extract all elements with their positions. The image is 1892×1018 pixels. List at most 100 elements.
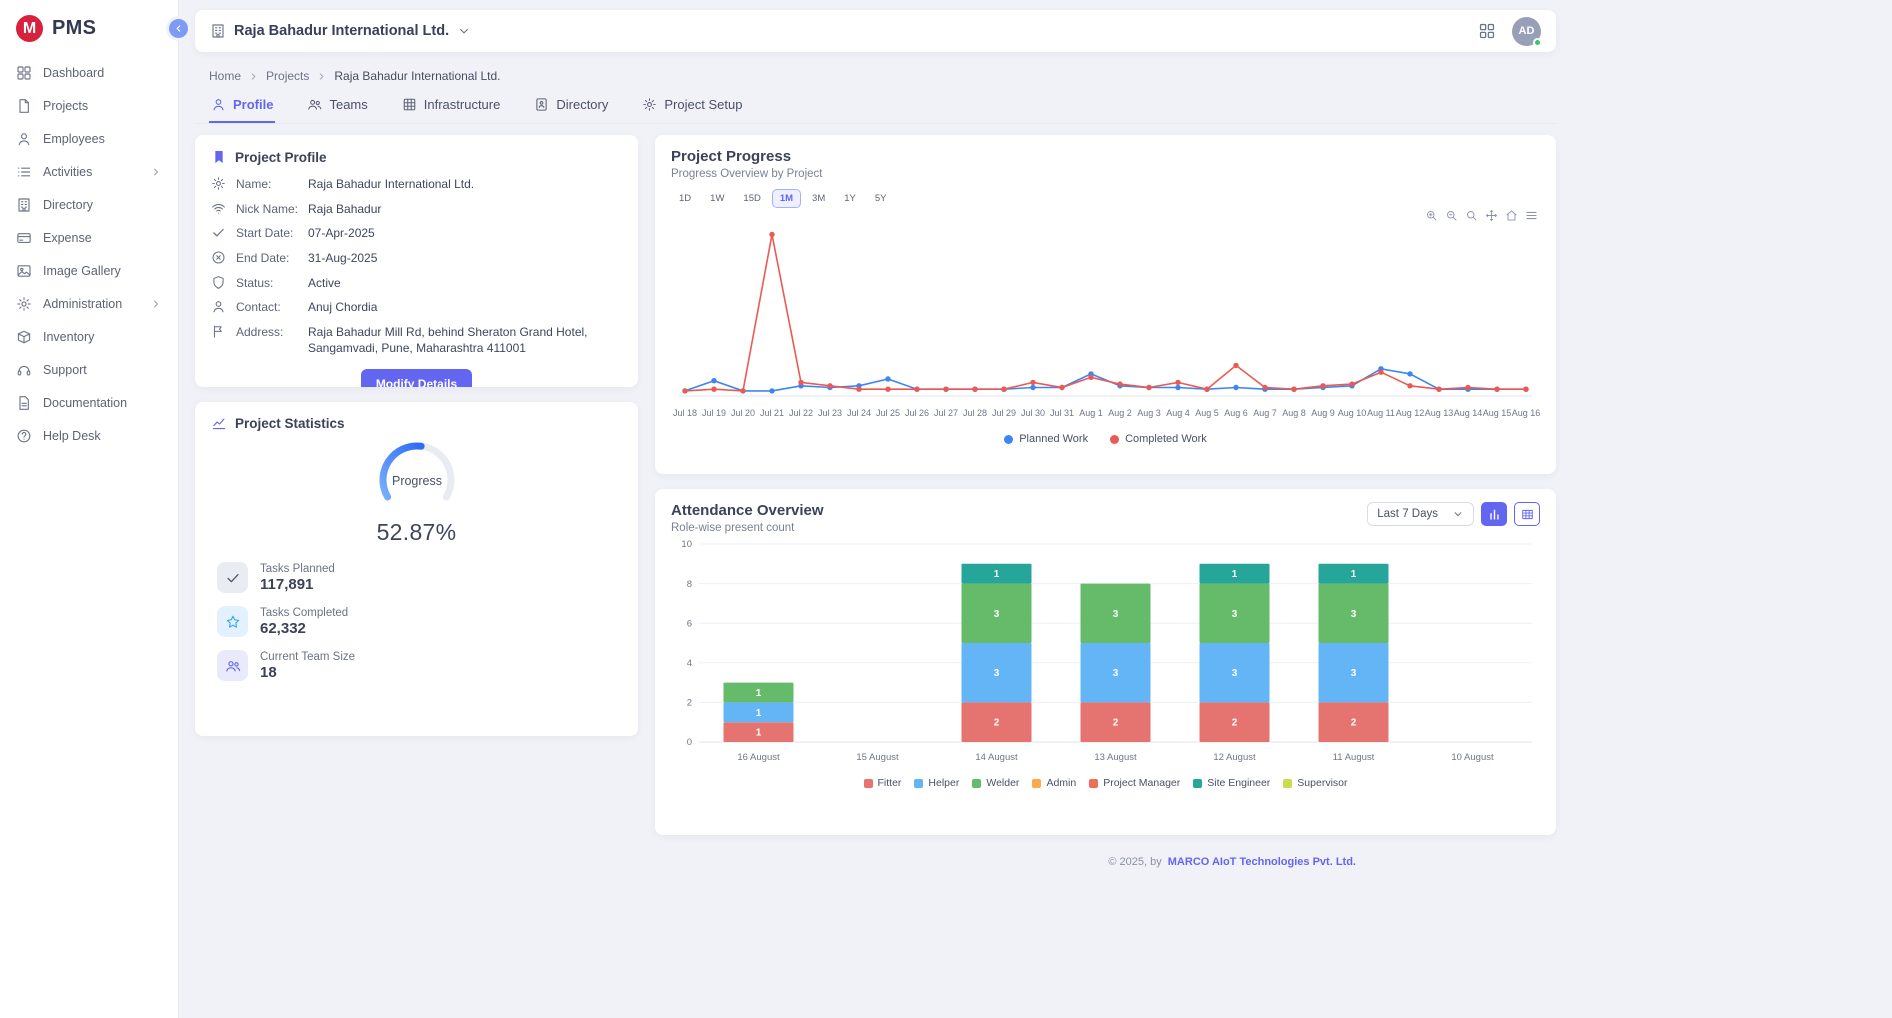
sidebar-item-directory[interactable]: Directory bbox=[0, 188, 178, 221]
apps-grid-icon[interactable] bbox=[1478, 22, 1496, 40]
range-1y-button[interactable]: 1Y bbox=[836, 189, 864, 208]
svg-text:1: 1 bbox=[756, 708, 762, 719]
wifi-icon bbox=[211, 201, 226, 216]
legend-admin[interactable]: Admin bbox=[1032, 777, 1076, 789]
legend-marker bbox=[1283, 779, 1292, 788]
field-label: Address: bbox=[236, 324, 298, 340]
contact-icon bbox=[534, 97, 549, 112]
legend-site-engineer[interactable]: Site Engineer bbox=[1193, 777, 1270, 789]
breadcrumb-item-projects[interactable]: Projects bbox=[266, 69, 309, 83]
flag-icon bbox=[211, 324, 226, 339]
svg-text:Aug 14: Aug 14 bbox=[1454, 408, 1483, 418]
breadcrumb-item-home[interactable]: Home bbox=[209, 69, 241, 83]
legend-completed-work[interactable]: Completed Work bbox=[1110, 433, 1207, 445]
sidebar-item-label: Support bbox=[43, 363, 87, 377]
progress-panel-title: Project Progress bbox=[671, 148, 1540, 165]
chart-toolbar bbox=[1425, 209, 1538, 222]
sidebar-item-dashboard[interactable]: Dashboard bbox=[0, 56, 178, 89]
zoom-out-icon[interactable] bbox=[1445, 209, 1458, 222]
svg-text:Aug 10: Aug 10 bbox=[1338, 408, 1367, 418]
stat-value: 18 bbox=[260, 664, 355, 681]
tab-directory[interactable]: Directory bbox=[532, 91, 610, 123]
breadcrumb-item-raja-bahadur-international-ltd: Raja Bahadur International Ltd. bbox=[334, 69, 500, 83]
sidebar-item-administration[interactable]: Administration bbox=[0, 287, 178, 320]
sidebar-item-label: Help Desk bbox=[43, 429, 101, 443]
app-logo[interactable]: M PMS bbox=[0, 0, 178, 56]
sidebar-item-employees[interactable]: Employees bbox=[0, 122, 178, 155]
svg-text:Jul 30: Jul 30 bbox=[1021, 408, 1045, 418]
headset-icon bbox=[16, 362, 32, 378]
sidebar-item-label: Documentation bbox=[43, 396, 127, 410]
chart-view-button[interactable] bbox=[1481, 502, 1507, 526]
gear-icon bbox=[642, 97, 657, 112]
tab-profile[interactable]: Profile bbox=[209, 91, 275, 123]
building-icon bbox=[210, 23, 226, 39]
pan-icon[interactable] bbox=[1485, 209, 1498, 222]
sidebar-item-image-gallery[interactable]: Image Gallery bbox=[0, 254, 178, 287]
sidebar-item-activities[interactable]: Activities bbox=[0, 155, 178, 188]
svg-text:Jul 22: Jul 22 bbox=[789, 408, 813, 418]
range-1d-button[interactable]: 1D bbox=[671, 189, 699, 208]
x-circle-icon bbox=[211, 250, 226, 265]
user-avatar[interactable]: AD bbox=[1512, 17, 1541, 46]
modify-details-button[interactable]: Modify Details bbox=[361, 369, 472, 388]
svg-text:3: 3 bbox=[994, 609, 1000, 620]
field-value: 31-Aug-2025 bbox=[308, 250, 377, 266]
zoom-in-icon[interactable] bbox=[1425, 209, 1438, 222]
home-icon[interactable] bbox=[1505, 209, 1518, 222]
svg-text:Jul 21: Jul 21 bbox=[760, 408, 784, 418]
svg-text:1: 1 bbox=[1351, 569, 1357, 580]
stat-current-team-size: Current Team Size18 bbox=[211, 650, 622, 681]
footer-company-link[interactable]: MARCO AIoT Technologies Pvt. Ltd. bbox=[1168, 856, 1356, 868]
date-range-select[interactable]: Last 7 Days bbox=[1367, 502, 1474, 526]
table-view-button[interactable] bbox=[1514, 502, 1540, 526]
legend-planned-work[interactable]: Planned Work bbox=[1004, 433, 1088, 445]
sidebar-item-projects[interactable]: Projects bbox=[0, 89, 178, 122]
field-label: End Date: bbox=[236, 250, 298, 266]
legend-welder[interactable]: Welder bbox=[972, 777, 1019, 789]
range-3m-button[interactable]: 3M bbox=[804, 189, 833, 208]
chevron-down-icon bbox=[457, 24, 471, 38]
field-label: Name: bbox=[236, 176, 298, 192]
menu-icon[interactable] bbox=[1525, 209, 1538, 222]
svg-text:16 August: 16 August bbox=[737, 752, 780, 763]
sidebar: M PMS DashboardProjects Employees Activiti… bbox=[0, 0, 178, 1018]
magnifier-icon[interactable] bbox=[1465, 209, 1478, 222]
svg-text:10 August: 10 August bbox=[1451, 752, 1494, 763]
profile-card-title: Project Profile bbox=[235, 150, 327, 165]
svg-text:Aug 1: Aug 1 bbox=[1079, 408, 1103, 418]
stat-label: Current Team Size bbox=[260, 651, 355, 663]
sidebar-item-documentation[interactable]: Documentation bbox=[0, 386, 178, 419]
range-1m-button[interactable]: 1M bbox=[772, 189, 801, 208]
svg-text:Jul 24: Jul 24 bbox=[847, 408, 871, 418]
tab-project-setup[interactable]: Project Setup bbox=[640, 91, 744, 123]
legend-label: Planned Work bbox=[1019, 433, 1088, 445]
sidebar-item-inventory[interactable]: Inventory bbox=[0, 320, 178, 353]
profile-field-status: Status:Active bbox=[211, 275, 622, 291]
sidebar-item-expense[interactable]: Expense bbox=[0, 221, 178, 254]
legend-helper[interactable]: Helper bbox=[914, 777, 959, 789]
sidebar-collapse-button[interactable] bbox=[169, 19, 188, 38]
dashboard-icon bbox=[16, 65, 32, 81]
sidebar-item-label: Employees bbox=[43, 132, 105, 146]
gear-icon bbox=[16, 296, 32, 312]
sidebar-item-support[interactable]: Support bbox=[0, 353, 178, 386]
profile-field-address: Address:Raja Bahadur Mill Rd, behind She… bbox=[211, 324, 622, 356]
stat-value: 117,891 bbox=[260, 576, 335, 593]
sidebar-item-label: Activities bbox=[43, 165, 92, 179]
tab-infrastructure[interactable]: Infrastructure bbox=[400, 91, 503, 123]
svg-text:Aug 11: Aug 11 bbox=[1367, 408, 1395, 418]
sidebar-item-label: Expense bbox=[43, 231, 92, 245]
legend-supervisor[interactable]: Supervisor bbox=[1283, 777, 1347, 789]
legend-fitter[interactable]: Fitter bbox=[864, 777, 902, 789]
tab-teams[interactable]: Teams bbox=[305, 91, 369, 123]
range-1w-button[interactable]: 1W bbox=[702, 189, 732, 208]
company-selector[interactable]: Raja Bahadur International Ltd. bbox=[210, 23, 471, 39]
svg-text:Jul 18: Jul 18 bbox=[673, 408, 697, 418]
svg-text:2: 2 bbox=[1232, 718, 1238, 729]
field-value: Anuj Chordia bbox=[308, 299, 377, 315]
range-5y-button[interactable]: 5Y bbox=[867, 189, 895, 208]
range-15d-button[interactable]: 15D bbox=[735, 189, 768, 208]
sidebar-item-help-desk[interactable]: Help Desk bbox=[0, 419, 178, 452]
legend-project-manager[interactable]: Project Manager bbox=[1089, 777, 1180, 789]
